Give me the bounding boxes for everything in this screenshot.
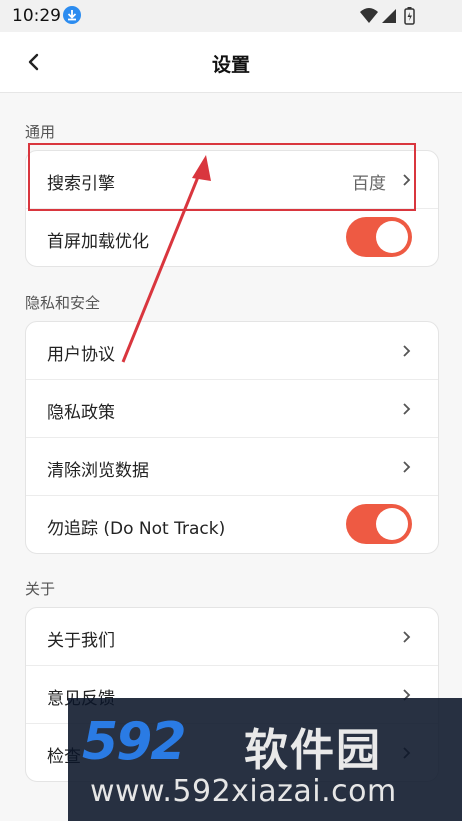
do-not-track-toggle[interactable] [346,504,412,544]
watermark-url: www.592xiazai.com [90,774,397,809]
page-title: 设置 [211,54,250,76]
first-screen-optimization-toggle[interactable] [346,217,412,257]
chevron-right-icon [403,345,411,357]
download-icon [63,6,81,24]
wifi-icon [360,8,378,23]
watermark-logo-number: 592 [82,712,187,772]
system-icons [358,6,428,30]
first-screen-optimization-row: 首屏加载优化 [26,209,438,266]
section-label-general: 通用 [25,123,56,141]
status-time: 10:29 [12,6,61,26]
watermark-logo-text: 软件园 [244,725,382,776]
toggle-knob [376,508,408,540]
top-app-bar: 设置 [0,32,462,93]
chevron-right-icon [403,403,411,415]
watermark-banner: 592 软件园 www.592xiazai.com [68,698,462,821]
section-label-about: 关于 [25,580,56,598]
row-label: 清除浏览数据 [47,461,149,481]
toggle-knob [376,221,408,253]
signal-icon [382,9,396,23]
row-label: 用户协议 [47,345,115,365]
battery-icon [404,7,415,25]
chevron-right-icon [403,631,411,643]
clear-browsing-data-row[interactable]: 清除浏览数据 [26,438,438,496]
user-agreement-row[interactable]: 用户协议 [26,322,438,380]
row-label: 关于我们 [47,631,115,651]
about-us-row[interactable]: 关于我们 [26,608,438,666]
section-label-privacy: 隐私和安全 [25,294,101,312]
annotation-highlight-box [28,143,416,211]
row-label: 隐私政策 [47,403,115,423]
status-bar: 10:29 [0,0,462,32]
row-label: 首屏加载优化 [47,232,149,252]
privacy-policy-row[interactable]: 隐私政策 [26,380,438,438]
do-not-track-row: 勿追踪 (Do Not Track) [26,496,438,553]
row-label: 勿追踪 (Do Not Track) [47,519,226,539]
chevron-right-icon [403,461,411,473]
privacy-settings-card: 用户协议 隐私政策 清除浏览数据 勿追踪 (Do Not Track) [25,321,439,554]
